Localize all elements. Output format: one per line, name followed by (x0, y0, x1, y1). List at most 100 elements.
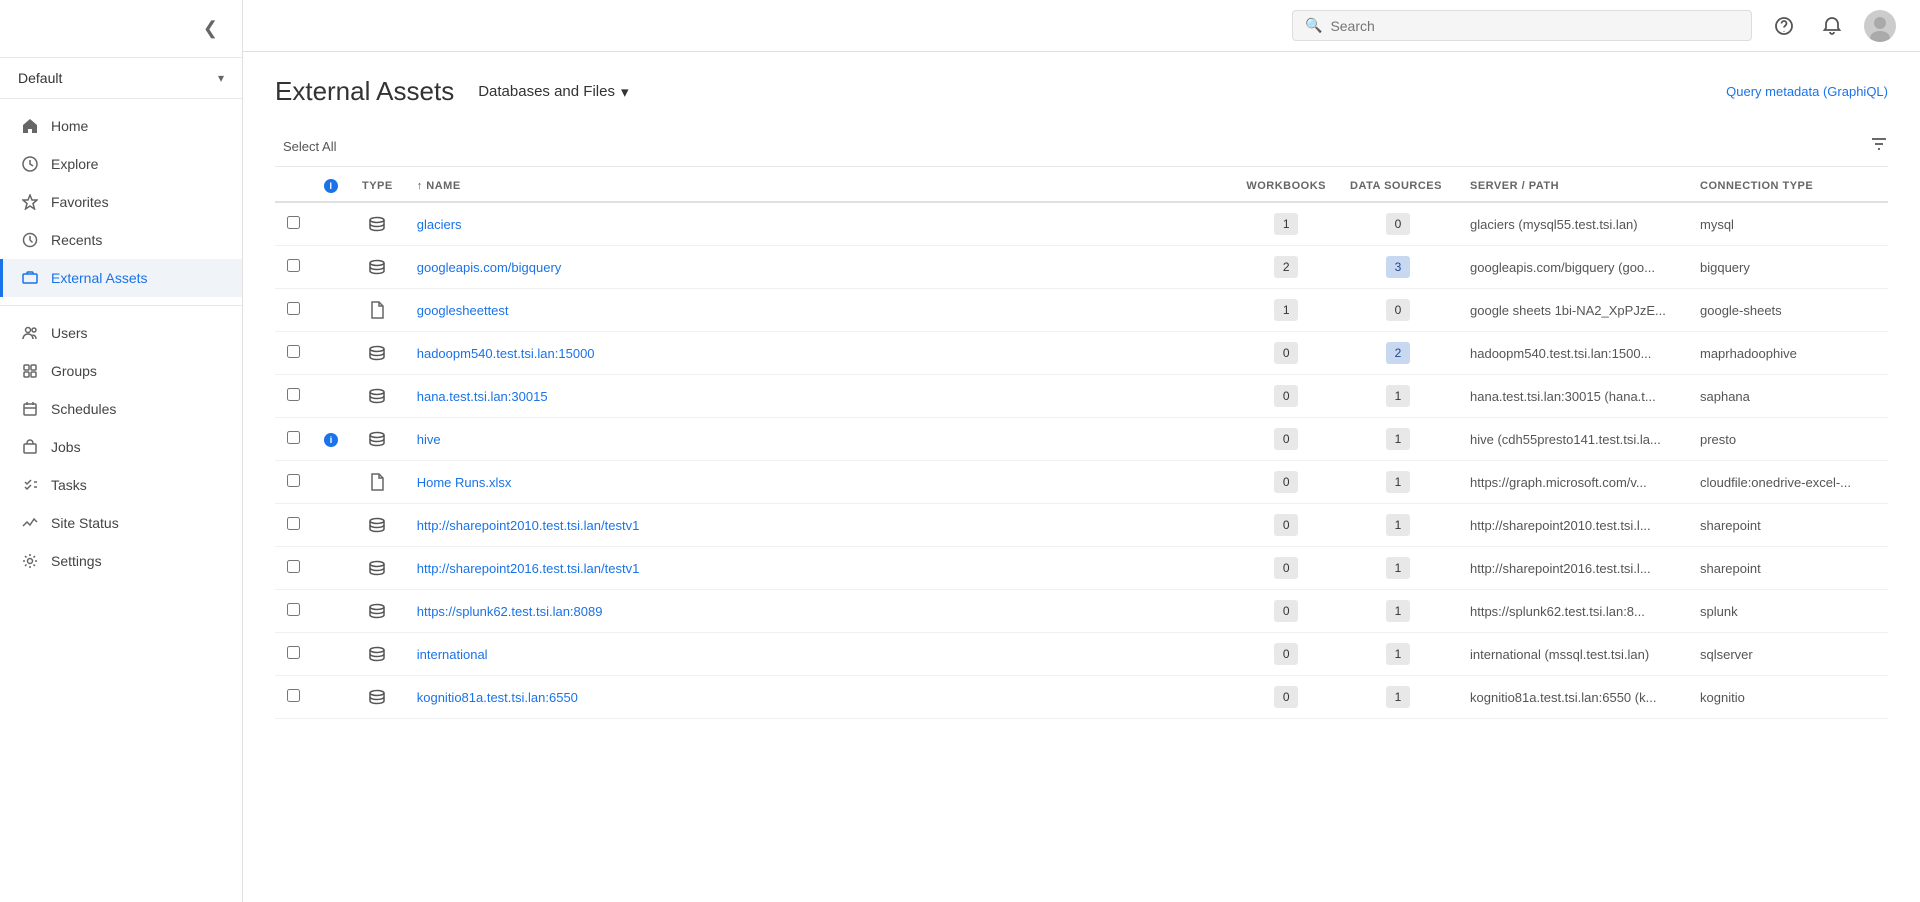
row-checkbox[interactable] (287, 345, 300, 358)
filter-button[interactable] (1870, 135, 1888, 158)
row-name-cell: hive (405, 418, 1235, 461)
row-checkbox-cell (275, 461, 312, 504)
topbar-icons (1768, 10, 1896, 42)
search-input[interactable] (1330, 18, 1739, 34)
table-row: kognitio81a.test.tsi.lan:6550 0 1 kognit… (275, 676, 1888, 719)
row-checkbox[interactable] (287, 560, 300, 573)
col-workbooks[interactable]: Workbooks (1234, 171, 1338, 202)
user-avatar[interactable] (1864, 10, 1896, 42)
sidebar-item-explore[interactable]: Explore (0, 145, 242, 183)
row-server-cell: google sheets 1bi-NA2_XpPJzE... (1458, 289, 1688, 332)
search-box[interactable]: 🔍 (1292, 10, 1752, 41)
row-workbooks-cell: 2 (1234, 246, 1338, 289)
asset-name-link[interactable]: hive (417, 432, 441, 447)
sidebar-item-recents[interactable]: Recents (0, 221, 242, 259)
asset-name-link[interactable]: http://sharepoint2016.test.tsi.lan/testv… (417, 561, 640, 576)
users-icon (21, 324, 39, 342)
row-workbooks-cell: 0 (1234, 504, 1338, 547)
col-name[interactable]: Name (405, 171, 1235, 202)
sidebar-nav: Home Explore Favorites Recents External … (0, 99, 242, 902)
row-name-cell: hana.test.tsi.lan:30015 (405, 375, 1235, 418)
row-checkbox[interactable] (287, 216, 300, 229)
sidebar-item-favorites[interactable]: Favorites (0, 183, 242, 221)
connection-type: sharepoint (1700, 518, 1761, 533)
col-server[interactable]: Server / Path (1458, 171, 1688, 202)
database-icon (362, 688, 393, 706)
home-icon (21, 117, 39, 135)
sidebar-item-external-assets[interactable]: External Assets (0, 259, 242, 297)
row-server-cell: hana.test.tsi.lan:30015 (hana.t... (1458, 375, 1688, 418)
sort-asc-icon (417, 180, 427, 192)
row-server-cell: https://splunk62.test.tsi.lan:8... (1458, 590, 1688, 633)
row-checkbox[interactable] (287, 689, 300, 702)
connection-type: kognitio (1700, 690, 1745, 705)
row-checkbox-cell (275, 504, 312, 547)
sidebar-item-groups[interactable]: Groups (0, 352, 242, 390)
sidebar-item-tasks[interactable]: Tasks (0, 466, 242, 504)
asset-name-link[interactable]: international (417, 647, 488, 662)
sidebar-item-jobs[interactable]: Jobs (0, 428, 242, 466)
environment-selector[interactable]: Default ▾ (0, 58, 242, 99)
sidebar-item-settings[interactable]: Settings (0, 542, 242, 580)
asset-name-link[interactable]: kognitio81a.test.tsi.lan:6550 (417, 690, 578, 705)
page-title: External Assets (275, 76, 454, 107)
notifications-button[interactable] (1816, 10, 1848, 42)
row-type-cell (350, 332, 405, 375)
asset-name-link[interactable]: http://sharepoint2010.test.tsi.lan/testv… (417, 518, 640, 533)
sidebar-item-schedules[interactable]: Schedules (0, 390, 242, 428)
asset-name-link[interactable]: hana.test.tsi.lan:30015 (417, 389, 548, 404)
database-icon (362, 387, 393, 405)
workbooks-count: 0 (1274, 342, 1298, 364)
clock-icon (21, 231, 39, 249)
row-checkbox-cell (275, 418, 312, 461)
row-checkbox-cell (275, 676, 312, 719)
sidebar-item-home[interactable]: Home (0, 107, 242, 145)
row-checkbox[interactable] (287, 603, 300, 616)
file-icon (362, 473, 393, 491)
row-checkbox[interactable] (287, 431, 300, 444)
col-conntype[interactable]: Connection Type (1688, 171, 1888, 202)
connection-type: mysql (1700, 217, 1734, 232)
jobs-icon (21, 438, 39, 456)
asset-name-link[interactable]: googleapis.com/bigquery (417, 260, 562, 275)
sidebar-item-users[interactable]: Users (0, 314, 242, 352)
row-checkbox[interactable] (287, 259, 300, 272)
row-name-cell: international (405, 633, 1235, 676)
connection-type: splunk (1700, 604, 1738, 619)
row-checkbox-cell (275, 246, 312, 289)
connection-type: maprhadoophive (1700, 346, 1797, 361)
view-dropdown-button[interactable]: Databases and Files ▾ (470, 79, 636, 105)
row-checkbox-cell (275, 332, 312, 375)
select-all-button[interactable]: Select All (275, 135, 344, 158)
col-type[interactable]: Type (350, 171, 405, 202)
connection-type: presto (1700, 432, 1736, 447)
row-info-cell (312, 375, 350, 418)
sidebar-item-label: Users (51, 325, 88, 341)
row-checkbox[interactable] (287, 302, 300, 315)
asset-name-link[interactable]: glaciers (417, 217, 462, 232)
graphql-link[interactable]: Query metadata (GraphiQL) (1726, 84, 1888, 99)
col-info: i (312, 171, 350, 202)
sidebar-item-site-status[interactable]: Site Status (0, 504, 242, 542)
row-checkbox[interactable] (287, 646, 300, 659)
assets-table: i Type Name Workbooks Data Sources (275, 171, 1888, 719)
server-path: glaciers (mysql55.test.tsi.lan) (1470, 217, 1638, 232)
sidebar-item-label: Site Status (51, 515, 119, 531)
asset-name-link[interactable]: hadoopm540.test.tsi.lan:15000 (417, 346, 595, 361)
asset-name-link[interactable]: googlesheettest (417, 303, 509, 318)
row-checkbox[interactable] (287, 388, 300, 401)
asset-name-link[interactable]: https://splunk62.test.tsi.lan:8089 (417, 604, 603, 619)
collapse-sidebar-button[interactable]: ❮ (195, 14, 226, 43)
asset-name-link[interactable]: Home Runs.xlsx (417, 475, 512, 490)
help-button[interactable] (1768, 10, 1800, 42)
workbooks-count: 0 (1274, 385, 1298, 407)
col-datasources[interactable]: Data Sources (1338, 171, 1458, 202)
sidebar-item-label: Tasks (51, 477, 87, 493)
table-row: i hive 0 1 hive (cdh55presto141.test.tsi… (275, 418, 1888, 461)
row-checkbox[interactable] (287, 517, 300, 530)
row-info-cell (312, 202, 350, 246)
row-checkbox[interactable] (287, 474, 300, 487)
workbooks-count: 0 (1274, 514, 1298, 536)
connection-type: bigquery (1700, 260, 1750, 275)
workbooks-count: 0 (1274, 686, 1298, 708)
